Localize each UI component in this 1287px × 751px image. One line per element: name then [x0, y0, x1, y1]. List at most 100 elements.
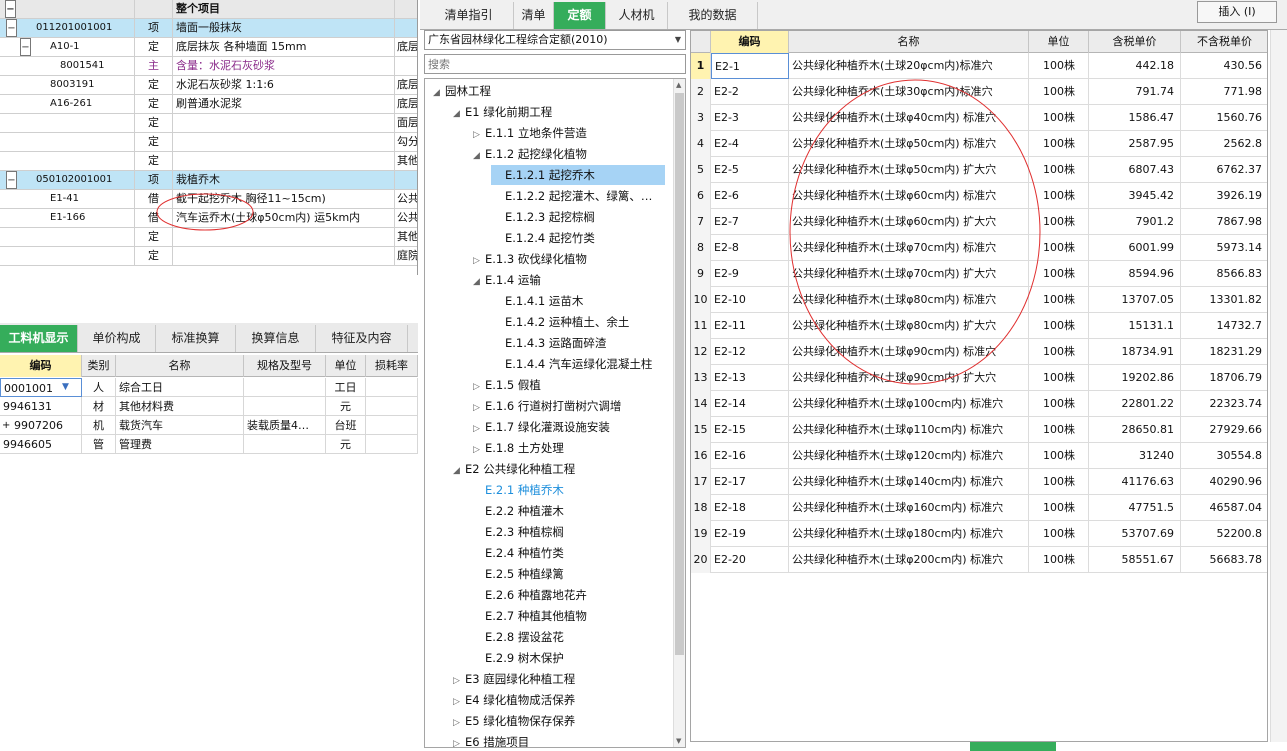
expand-arrow-icon[interactable]: ▷: [473, 377, 485, 397]
resource-row[interactable]: 9946605 管管理费 元: [0, 435, 418, 454]
scroll-up-icon[interactable]: ▲: [676, 81, 681, 89]
quota-row[interactable]: 16 E2-16 公共绿化种植乔木(土球φ120cm内) 标准穴 100株 31240 3…: [691, 443, 1267, 469]
tab-bill-guide[interactable]: 清单指引: [424, 2, 514, 29]
tree-node[interactable]: ▷ E6 措施项目: [451, 732, 665, 747]
tree-node[interactable]: E.2.1 种植乔木: [471, 480, 665, 500]
tree-node[interactable]: ▷ E.1.7 绿化灌溉设施安装: [471, 417, 665, 437]
table-row[interactable]: 8003191 定水泥石灰砂浆 1:1:6 底层: [0, 76, 417, 95]
tree-node[interactable]: E.2.4 种植竹类: [471, 543, 665, 563]
table-row[interactable]: 定 面层: [0, 114, 417, 133]
tree-scrollbar[interactable]: ▲ ▼: [673, 79, 685, 747]
insert-button[interactable]: 插入 (I): [1197, 1, 1277, 23]
collapse-arrow-icon[interactable]: ◢: [453, 461, 465, 481]
tree-node[interactable]: E.1.2.4 起挖竹类: [491, 228, 665, 248]
col-name[interactable]: 名称: [116, 355, 244, 377]
tree-node[interactable]: ▷ E3 庭园绿化种植工程: [451, 669, 665, 689]
expand-arrow-icon[interactable]: ▷: [453, 713, 465, 733]
tree-node[interactable]: E.2.3 种植棕榈: [471, 522, 665, 542]
tab-my-data[interactable]: 我的数据: [668, 2, 758, 29]
tree-node[interactable]: E.2.8 摆设盆花: [471, 627, 665, 647]
tree-node[interactable]: ▷ E5 绿化植物保存保养: [451, 711, 665, 731]
tree-node[interactable]: E.1.4.1 运苗木: [491, 291, 665, 311]
tree-node[interactable]: ◢ E.1.4 运输: [471, 270, 665, 290]
tree-node[interactable]: ◢ E.1.2 起挖绿化植物: [471, 144, 665, 164]
quota-row[interactable]: 18 E2-18 公共绿化种植乔木(土球φ160cm内) 标准穴 100株 47751.…: [691, 495, 1267, 521]
quota-row[interactable]: 4 E2-4 公共绿化种植乔木(土球φ50cm内) 标准穴 100株 2587.95 25…: [691, 131, 1267, 157]
resource-row[interactable]: 0001001 人综合工日 工日 ▼: [0, 378, 418, 397]
tree-node[interactable]: E.1.4.2 运种植土、余土: [491, 312, 665, 332]
tree-node[interactable]: ◢ 园林工程: [431, 81, 665, 101]
expand-toggle-icon[interactable]: +: [2, 416, 14, 435]
expand-arrow-icon[interactable]: ▷: [473, 125, 485, 145]
col-code[interactable]: 编码: [0, 355, 82, 377]
col-quota-name[interactable]: 名称: [789, 31, 1029, 53]
tree-node[interactable]: E.2.7 种植其他植物: [471, 606, 665, 626]
tree-node[interactable]: E.2.6 种植露地花卉: [471, 585, 665, 605]
quota-row[interactable]: 19 E2-19 公共绿化种植乔木(土球φ180cm内) 标准穴 100株 53707.…: [691, 521, 1267, 547]
table-row[interactable]: 8001541 主含量：水泥石灰砂浆: [0, 57, 417, 76]
tab-quota[interactable]: 定额: [554, 2, 606, 29]
col-spec[interactable]: 规格及型号: [244, 355, 326, 377]
col-category[interactable]: 类别: [82, 355, 116, 377]
table-row[interactable]: − 011201001001 项墙面一般抹灰: [0, 19, 417, 38]
expand-arrow-icon[interactable]: ▷: [473, 440, 485, 460]
expand-toggle-icon[interactable]: −: [6, 171, 17, 189]
expand-arrow-icon[interactable]: ▷: [473, 398, 485, 418]
tab-labor-material-machine[interactable]: 工料机显示: [0, 325, 78, 352]
tab-standard-conversion[interactable]: 标准换算: [156, 325, 236, 352]
col-quota-unit[interactable]: 单位: [1029, 31, 1089, 53]
collapse-arrow-icon[interactable]: ◢: [473, 272, 485, 292]
col-tax-price[interactable]: 含税单价: [1089, 31, 1181, 53]
quota-row[interactable]: 14 E2-14 公共绿化种植乔木(土球φ100cm内) 标准穴 100株 22801.…: [691, 391, 1267, 417]
tree-node[interactable]: E.1.2.3 起挖棕榈: [491, 207, 665, 227]
scroll-thumb[interactable]: [675, 93, 684, 655]
resource-row[interactable]: 9907206 机载货汽车 装载质量4… 台班 +: [0, 416, 418, 435]
tree-node[interactable]: E.2.2 种植灌木: [471, 501, 665, 521]
tree-node[interactable]: E.1.4.4 汽车运绿化混凝土柱: [491, 354, 665, 374]
tree-node[interactable]: ▷ E.1.6 行道树打凿树穴调增: [471, 396, 665, 416]
table-row[interactable]: A16-261 定刷普通水泥浆 底层: [0, 95, 417, 114]
tree-node[interactable]: E.1.2.2 起挖灌木、绿篱、…: [491, 186, 665, 206]
tree-node[interactable]: E.2.9 树木保护: [471, 648, 665, 668]
col-notax-price[interactable]: 不含税单价: [1181, 31, 1267, 53]
tree-node[interactable]: ▷ E.1.3 砍伐绿化植物: [471, 249, 665, 269]
tree-node[interactable]: ▷ E.1.5 假植: [471, 375, 665, 395]
quota-row[interactable]: 17 E2-17 公共绿化种植乔木(土球φ140cm内) 标准穴 100株 41176.…: [691, 469, 1267, 495]
quota-row[interactable]: 9 E2-9 公共绿化种植乔木(土球φ70cm内) 扩大穴 100株 8594.96 85…: [691, 261, 1267, 287]
chevron-down-icon[interactable]: ▼: [62, 378, 76, 397]
expand-arrow-icon[interactable]: ▷: [473, 251, 485, 271]
quota-row[interactable]: 5 E2-5 公共绿化种植乔木(土球φ50cm内) 扩大穴 100株 6807.43 67…: [691, 157, 1267, 183]
table-row[interactable]: 定 其他: [0, 228, 417, 247]
col-loss-rate[interactable]: 损耗率: [366, 355, 418, 377]
collapse-arrow-icon[interactable]: ◢: [433, 83, 445, 103]
quota-row[interactable]: 11 E2-11 公共绿化种植乔木(土球φ80cm内) 扩大穴 100株 15131.1…: [691, 313, 1267, 339]
expand-arrow-icon[interactable]: ▷: [453, 734, 465, 747]
expand-arrow-icon[interactable]: ▷: [473, 419, 485, 439]
tab-resources[interactable]: 人材机: [606, 2, 668, 29]
quota-row[interactable]: 13 E2-13 公共绿化种植乔木(土球φ90cm内) 扩大穴 100株 19202.8…: [691, 365, 1267, 391]
quota-row[interactable]: 1 E2-1 公共绿化种植乔木(土球20φcm内)标准穴 100株 442.18 430.…: [691, 53, 1267, 79]
quota-row[interactable]: 7 E2-7 公共绿化种植乔木(土球φ60cm内) 扩大穴 100株 7901.2 786…: [691, 209, 1267, 235]
collapse-arrow-icon[interactable]: ◢: [473, 146, 485, 166]
tab-bill[interactable]: 清单: [514, 2, 554, 29]
quota-row[interactable]: 3 E2-3 公共绿化种植乔木(土球φ40cm内) 标准穴 100株 1586.47 15…: [691, 105, 1267, 131]
tree-node[interactable]: E.2.5 种植绿篱: [471, 564, 665, 584]
tab-conversion-info[interactable]: 换算信息: [236, 325, 316, 352]
quota-row[interactable]: 12 E2-12 公共绿化种植乔木(土球φ90cm内) 标准穴 100株 18734.9…: [691, 339, 1267, 365]
search-input[interactable]: [424, 54, 686, 74]
resource-row[interactable]: 9946131 材其他材料费 元: [0, 397, 418, 416]
table-row[interactable]: 定 庭院: [0, 247, 417, 266]
col-quota-code[interactable]: 编码: [711, 31, 789, 53]
collapse-all-icon[interactable]: −: [5, 0, 16, 18]
quota-row[interactable]: 10 E2-10 公共绿化种植乔木(土球φ80cm内) 标准穴 100株 13707.0…: [691, 287, 1267, 313]
tree-node[interactable]: ▷ E.1.1 立地条件营造: [471, 123, 665, 143]
quota-library-select[interactable]: 广东省园林绿化工程综合定额(2010) ▼: [424, 30, 686, 50]
table-row[interactable]: − A10-1 定底层抹灰 各种墙面 15mm 底层: [0, 38, 417, 57]
table-row[interactable]: E1-41 借截干起挖乔木 胸径11~15cm) 公共: [0, 190, 417, 209]
tree-node[interactable]: ▷ E4 绿化植物成活保养: [451, 690, 665, 710]
bottom-expand-handle[interactable]: [970, 742, 1056, 751]
tab-unit-price[interactable]: 单价构成: [78, 325, 156, 352]
tree-node[interactable]: E.1.4.3 运路面碎渣: [491, 333, 665, 353]
expand-arrow-icon[interactable]: ▷: [453, 671, 465, 691]
tab-features[interactable]: 特征及内容: [316, 325, 408, 352]
